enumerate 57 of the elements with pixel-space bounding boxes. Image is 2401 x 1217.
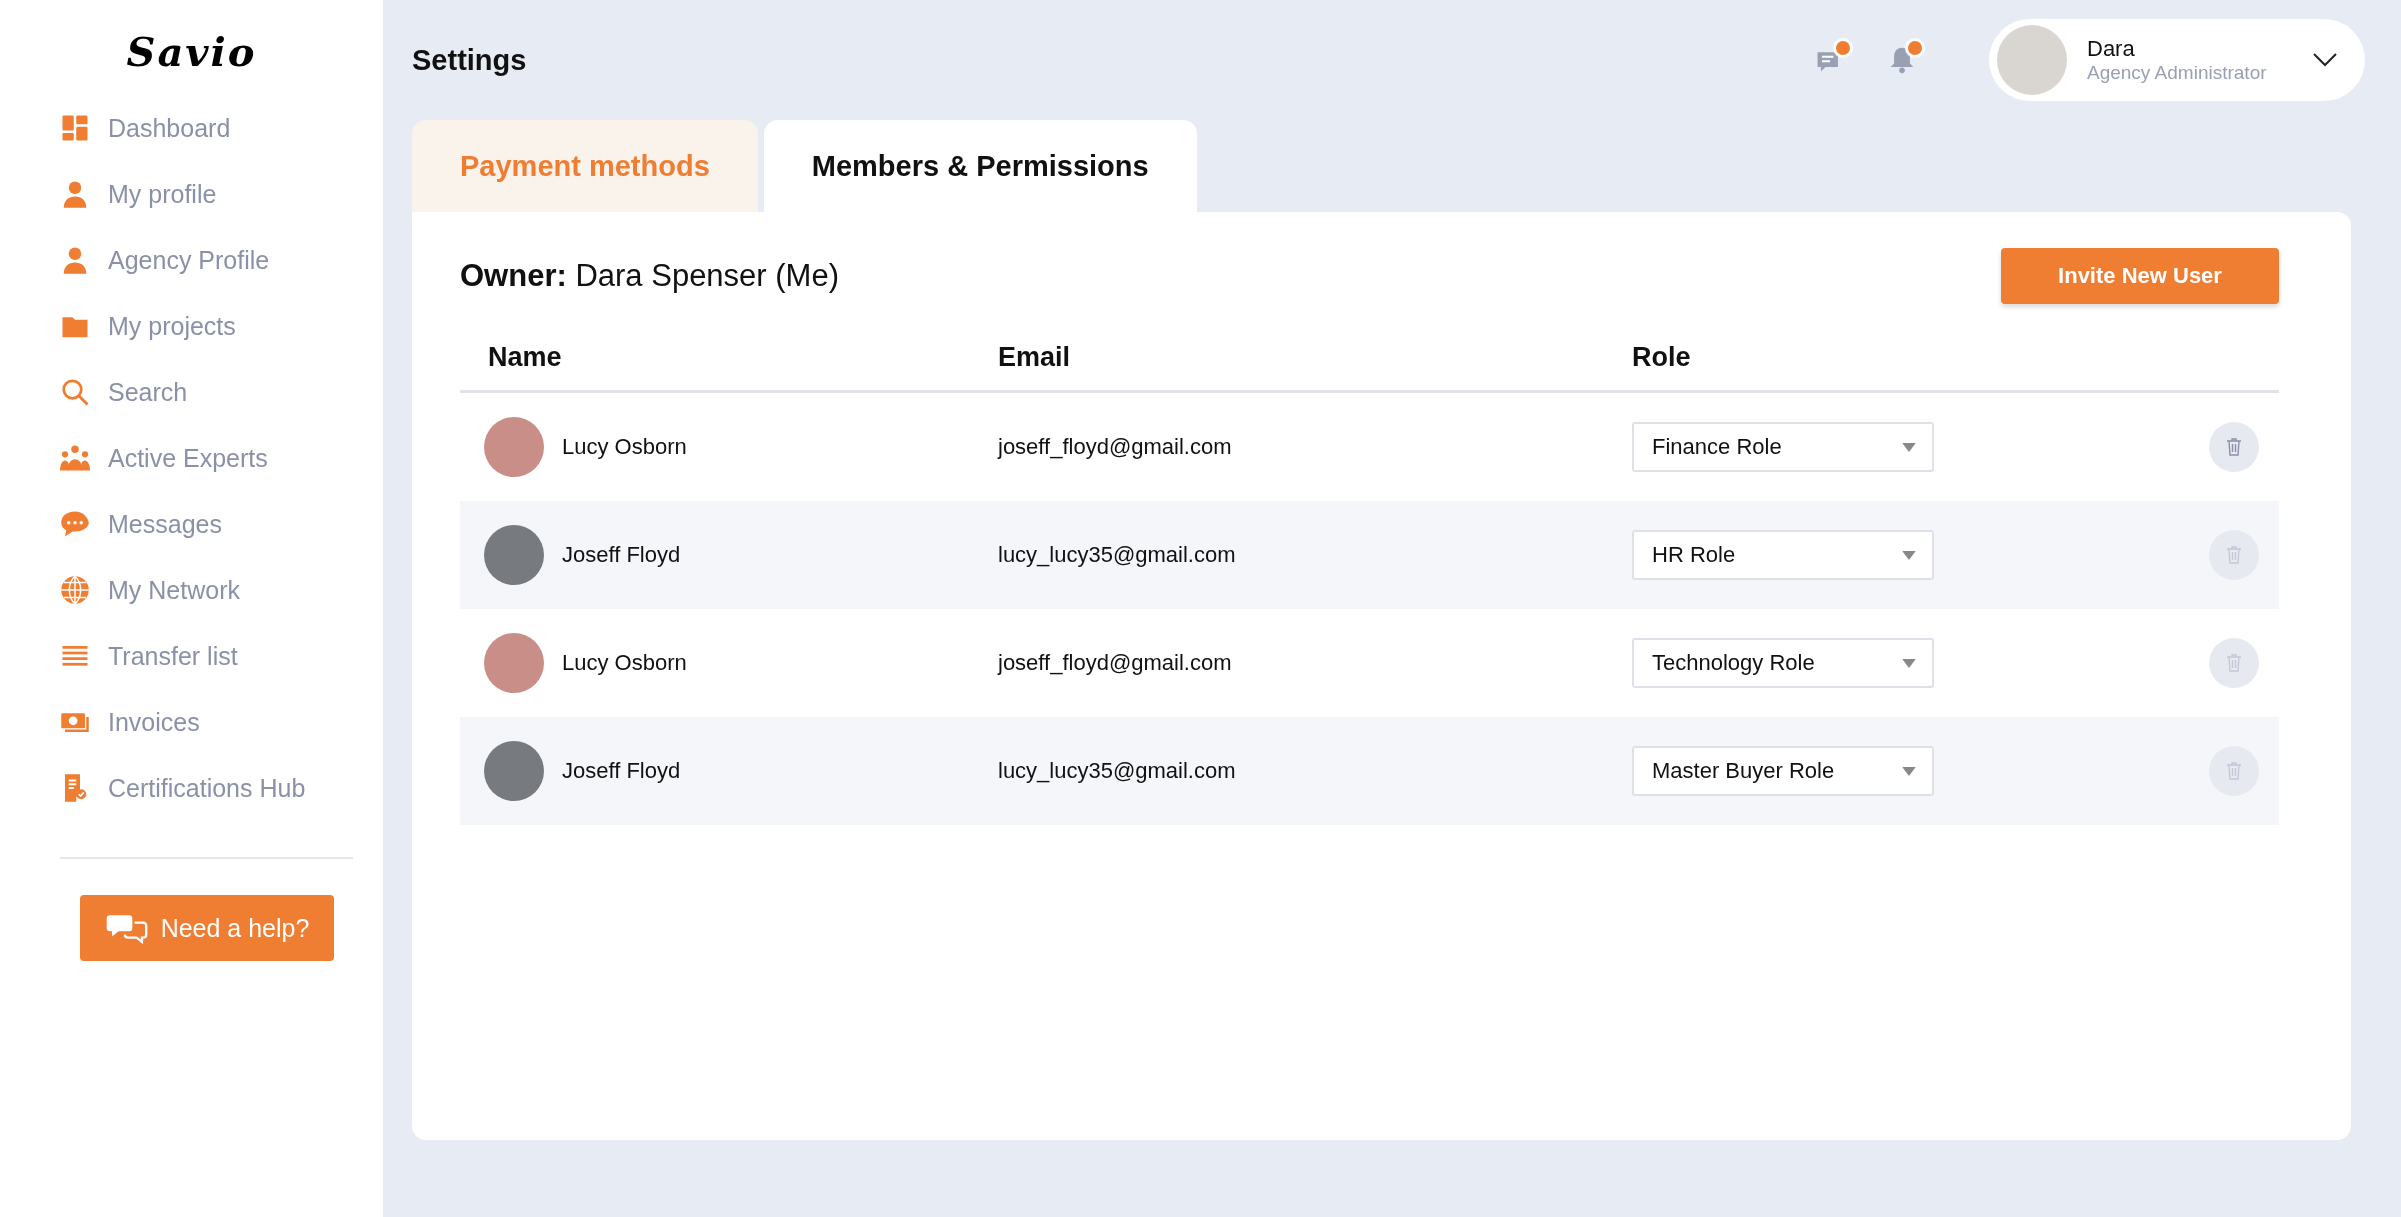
avatar [484,741,544,801]
member-name: Lucy Osborn [562,434,687,460]
avatar [484,633,544,693]
help-button[interactable]: Need a help? [80,895,334,961]
member-name: Lucy Osborn [562,650,687,676]
nav-item[interactable]: My projects [60,293,383,359]
column-header: Name [487,341,563,373]
column-header: Role [1632,341,1692,373]
caret-icon [1902,550,1916,560]
column-header: Email [998,341,1072,373]
avatar [484,525,544,585]
caret-icon [1902,658,1916,668]
nav-item[interactable]: My Network [60,557,383,623]
role-dropdown[interactable]: Finance Role [1632,422,1934,472]
nav-item[interactable]: Messages [60,491,383,557]
nav-item[interactable]: Search [60,359,383,425]
member-name: Joseff Floyd [562,542,681,568]
avatar [484,417,544,477]
member-email: lucy_lucy35@gmail.com [998,542,1237,568]
member-name: Joseff Floyd [562,758,681,784]
trash-icon [2226,654,2242,672]
delete-button[interactable] [2209,422,2259,472]
role-dropdown[interactable]: HR Role [1632,530,1934,580]
chat-icon [60,509,90,539]
member-email: lucy_lucy35@gmail.com [998,758,1237,784]
invite-button[interactable]: Invite New User [2001,248,2279,304]
logo: Savio [126,28,257,75]
user-menu[interactable]: Dara Agency Administrator [1989,19,2365,101]
nav-item[interactable]: Active Experts [60,425,383,491]
trash-icon [2226,762,2242,780]
nav-item[interactable]: Certifications Hub [60,755,383,821]
caret-icon [1902,766,1916,776]
nav-item[interactable]: Agency Profile [60,227,383,293]
chevron-down-icon [2313,53,2337,67]
user-name: Dara [2087,36,2135,62]
owner-label: Owner: Dara Spenser (Me) [460,258,839,294]
search-icon [60,377,90,407]
globe-icon [60,575,90,605]
role-dropdown[interactable]: Master Buyer Role [1632,746,1934,796]
caret-icon [1902,442,1916,452]
nav-item[interactable]: My profile [60,161,383,227]
nav-item[interactable]: Invoices [60,689,383,755]
tab[interactable]: Payment methods [412,120,758,212]
role-dropdown[interactable]: Technology Role [1632,638,1934,688]
nav-item[interactable]: Transfer list [60,623,383,689]
tab[interactable]: Members & Permissions [763,120,1197,212]
avatar [1997,25,2067,95]
member-email: joseff_floyd@gmail.com [998,434,1233,460]
user-role: Agency Administrator [2087,62,2267,84]
nav-item[interactable]: Dashboard [60,95,383,161]
dashboard-icon [60,113,90,143]
people-icon [60,443,90,473]
chat-bubbles-icon [104,912,149,944]
member-email: joseff_floyd@gmail.com [998,650,1233,676]
page-title: Settings [412,43,527,77]
trash-icon [2226,438,2242,456]
trash-icon [2226,546,2242,564]
